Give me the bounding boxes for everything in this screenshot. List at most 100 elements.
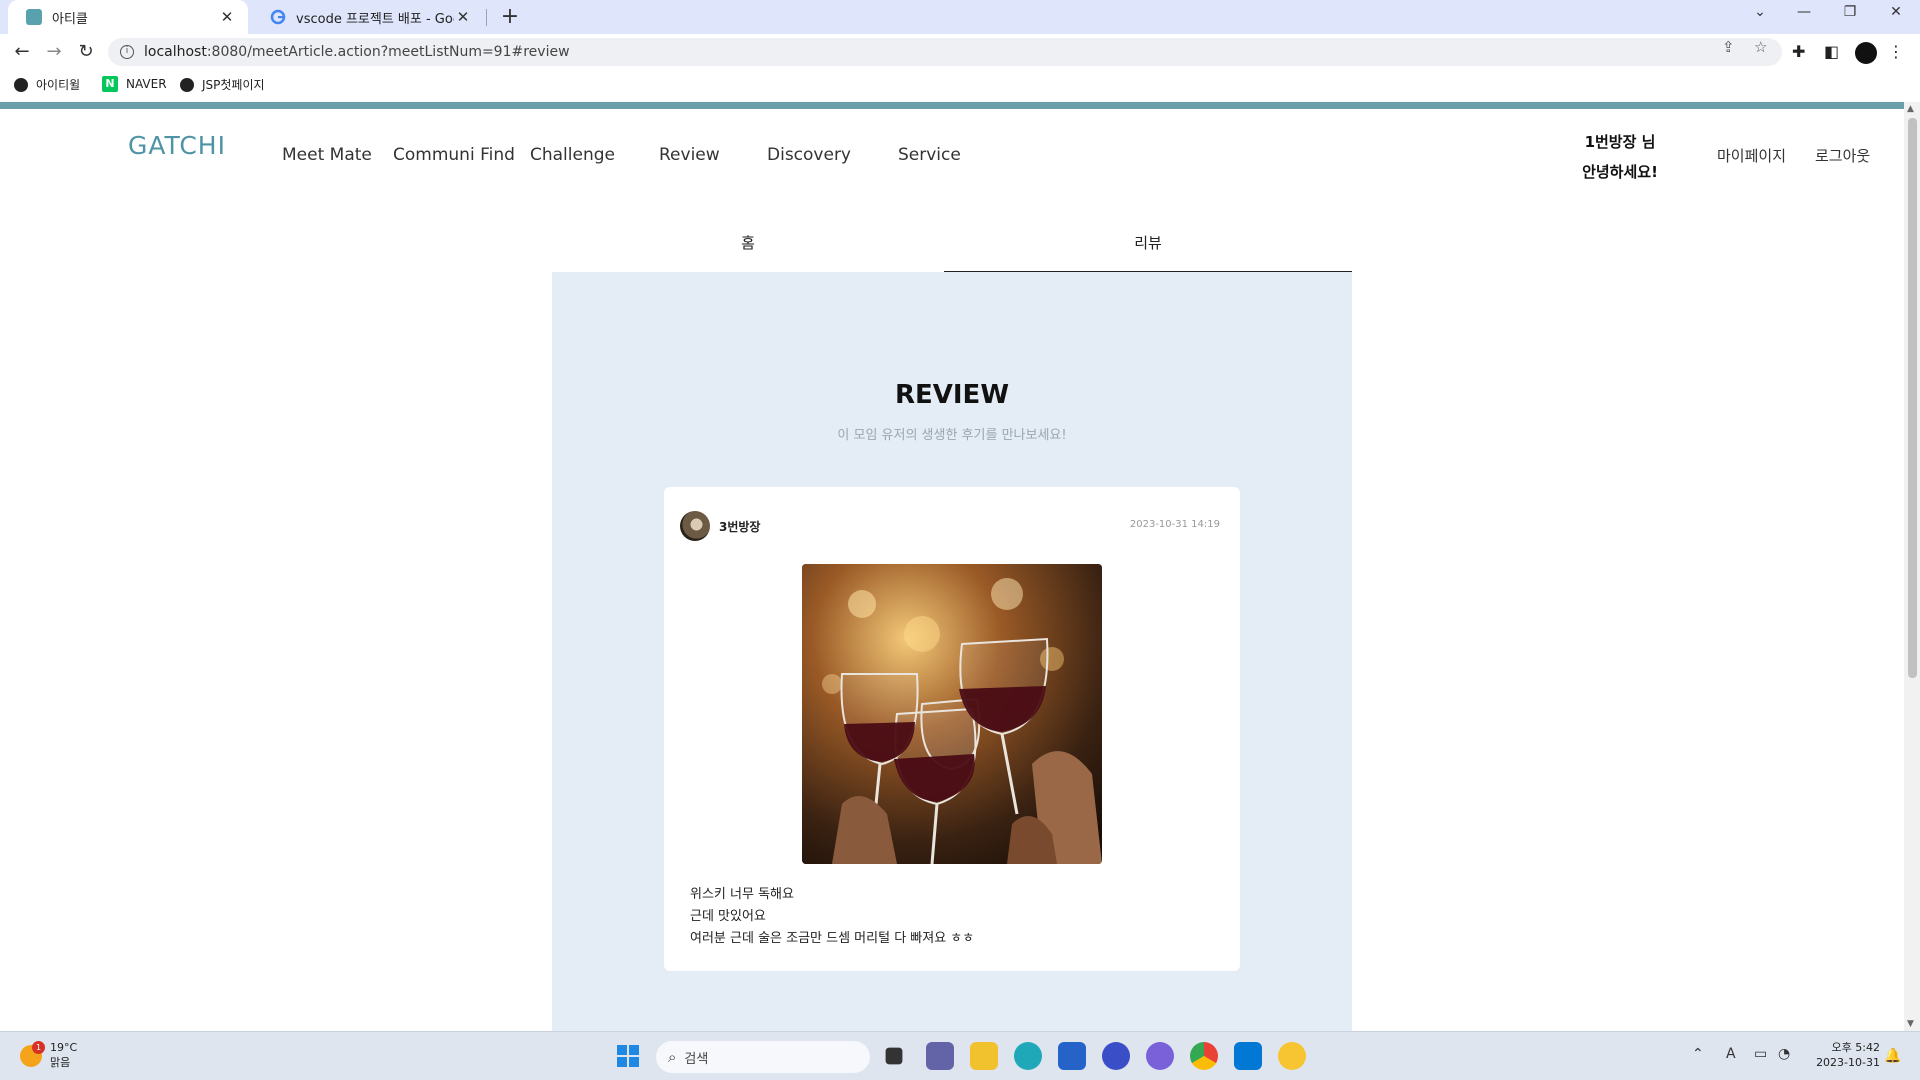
bookmark-label: NAVER (126, 77, 167, 91)
review-line: 위스키 너무 독해요 (690, 887, 794, 902)
bookmark-itwill[interactable]: 아이티윌 (14, 76, 80, 93)
browser-tabstrip: 아티클 ✕ vscode 프로젝트 배포 - Google ✕ + ⌄ — ❐ … (0, 0, 1920, 34)
taskbar-search-placeholder: 검색 (684, 1051, 709, 1067)
tab-review[interactable]: 리뷰 (944, 223, 1352, 273)
url-host: localhost (144, 44, 207, 60)
nav-review[interactable]: Review (659, 145, 720, 165)
volume-icon[interactable]: ◔ (1778, 1046, 1790, 1062)
globe-icon (180, 77, 194, 92)
tab-title: vscode 프로젝트 배포 - Google (296, 11, 454, 27)
scrollbar-thumb[interactable] (1908, 118, 1917, 678)
article-tabs: 홈 리뷰 (552, 223, 1352, 273)
vscode-icon[interactable] (1234, 1042, 1262, 1070)
tab-divider (486, 9, 487, 26)
edge-browser-icon[interactable] (1014, 1042, 1042, 1070)
clock-time: 오후 5:42 (1831, 1041, 1880, 1054)
weather-sun-icon: 1 (20, 1040, 45, 1067)
minimize-icon[interactable]: — (1784, 4, 1824, 20)
tab-title: 아티클 (52, 11, 88, 27)
extensions-puzzle-icon[interactable]: ✚ (1792, 42, 1805, 61)
bookmark-star-icon[interactable]: ☆ (1754, 38, 1767, 56)
share-icon[interactable]: ⇪ (1722, 38, 1735, 56)
bookmark-naver[interactable]: N NAVER (102, 76, 167, 92)
clock-date: 2023-10-31 (1816, 1056, 1880, 1069)
scroll-up-icon[interactable]: ▲ (1907, 104, 1914, 114)
tab-search-chevron-icon[interactable]: ⌄ (1740, 4, 1780, 20)
web-page: GATCHI Meet Mate Communi Find Challenge … (0, 109, 1904, 1031)
greeting-text: 안녕하세요! (1582, 163, 1658, 181)
reload-icon[interactable]: ↻ (74, 41, 98, 62)
nav-challenge[interactable]: Challenge (530, 145, 615, 165)
scroll-down-icon[interactable]: ▼ (1907, 1019, 1914, 1029)
chrome-icon[interactable] (1190, 1042, 1218, 1070)
address-bar[interactable]: i localhost:8080/meetArticle.action?meet… (108, 38, 1782, 66)
back-arrow-icon[interactable]: ← (10, 41, 34, 62)
browser-tab-google[interactable]: vscode 프로젝트 배포 - Google ✕ (252, 0, 484, 34)
review-line: 여러분 근데 술은 조금만 드셈 머리털 다 빠져요 ㅎㅎ (690, 931, 975, 946)
close-window-icon[interactable]: ✕ (1876, 4, 1916, 20)
mypage-link[interactable]: 마이페이지 (1717, 145, 1786, 166)
taskbar-search[interactable]: ⌕ 검색 (656, 1041, 870, 1073)
browser-tab-active[interactable]: 아티클 ✕ (8, 0, 248, 34)
app-icon-yellow[interactable] (1278, 1042, 1306, 1070)
system-clock[interactable]: 오후 5:42 2023-10-31 (1810, 1040, 1880, 1070)
user-greeting: 1번방장 님 안녕하세요! (1570, 127, 1670, 187)
nav-meet-mate[interactable]: Meet Mate (282, 145, 372, 165)
weather-desc: 맑음 (50, 1056, 71, 1069)
browser-toolbar: ← → ↻ i localhost:8080/meetArticle.actio… (0, 34, 1920, 70)
tray-chevron-icon[interactable]: ⌃ (1692, 1046, 1704, 1062)
naver-logo-icon: N (102, 76, 118, 92)
windows-taskbar: 1 19°C 맑음 ⌕ 검색 ⌃ A ▭ ◔ 오후 5:42 2023-10-3… (0, 1031, 1920, 1080)
file-explorer-icon[interactable] (970, 1042, 998, 1070)
url-path: :8080/meetArticle.action?meetListNum=91#… (206, 44, 570, 60)
menu-kebab-icon[interactable]: ⋮ (1888, 42, 1904, 61)
tab-close-icon[interactable]: ✕ (454, 8, 472, 26)
tab-home[interactable]: 홈 (552, 223, 944, 273)
site-favicon-icon (26, 9, 42, 25)
side-panel-icon[interactable]: ◧ (1824, 42, 1839, 61)
review-date: 2023-10-31 14:19 (1129, 519, 1220, 530)
bookmarks-bar: 아이티윌 N NAVER JSP첫페이지 (0, 70, 1920, 102)
site-logo[interactable]: GATCHI (128, 131, 226, 160)
page-scrollbar[interactable]: ▲ ▼ (1904, 102, 1920, 1031)
teams-chat-icon[interactable] (926, 1042, 954, 1070)
review-card: 3번방장 2023-10-31 14:19 위스키 너무 독해요 근데 맛있어요… (664, 487, 1240, 971)
profile-avatar[interactable] (1855, 42, 1877, 64)
task-view-icon[interactable] (885, 1047, 903, 1065)
app-icon-purple[interactable] (1146, 1042, 1174, 1070)
avatar (680, 511, 710, 541)
new-tab-icon[interactable]: + (498, 4, 522, 29)
nav-communi-find[interactable]: Communi Find (393, 145, 515, 165)
review-section-title: REVIEW (894, 380, 1010, 410)
app-icon-blue[interactable] (1102, 1042, 1130, 1070)
tab-close-icon[interactable]: ✕ (218, 8, 236, 26)
ms-store-icon[interactable] (1058, 1042, 1086, 1070)
nav-service[interactable]: Service (898, 145, 961, 165)
bookmark-jsp[interactable]: JSP첫페이지 (180, 76, 265, 93)
bookmark-label: 아이티윌 (36, 78, 81, 92)
notification-bell-icon[interactable]: 🔔 (1884, 1048, 1901, 1064)
review-section-subtitle: 이 모임 유저의 생생한 후기를 만나보세요! (837, 428, 1067, 443)
review-section: REVIEW 이 모임 유저의 생생한 후기를 만나보세요! 3번방장 2023… (552, 272, 1352, 1031)
review-author: 3번방장 (719, 520, 761, 534)
review-photo (802, 564, 1102, 864)
bookmark-label: JSP첫페이지 (202, 78, 265, 92)
greeting-name: 1번방장 님 (1584, 133, 1656, 151)
review-body: 위스키 너무 독해요 근데 맛있어요 여러분 근데 술은 조금만 드셈 머리털 … (690, 884, 974, 950)
logout-link[interactable]: 로그아웃 (1815, 145, 1870, 166)
ime-language-icon[interactable]: A (1726, 1046, 1736, 1062)
search-icon: ⌕ (668, 1048, 677, 1066)
review-line: 근데 맛있어요 (690, 909, 766, 924)
weather-temp: 19°C (50, 1041, 78, 1054)
site-info-icon[interactable]: i (120, 45, 134, 59)
nav-discovery[interactable]: Discovery (767, 145, 851, 165)
site-top-accent-bar (0, 102, 1904, 109)
windows-start-icon[interactable] (614, 1042, 642, 1070)
google-favicon-icon (270, 9, 286, 25)
weather-badge: 1 (32, 1040, 45, 1054)
restore-icon[interactable]: ❐ (1830, 4, 1870, 20)
forward-arrow-icon[interactable]: → (42, 41, 66, 62)
weather-widget[interactable]: 1 19°C 맑음 (20, 1040, 78, 1070)
network-icon[interactable]: ▭ (1754, 1046, 1767, 1062)
globe-icon (14, 77, 28, 92)
